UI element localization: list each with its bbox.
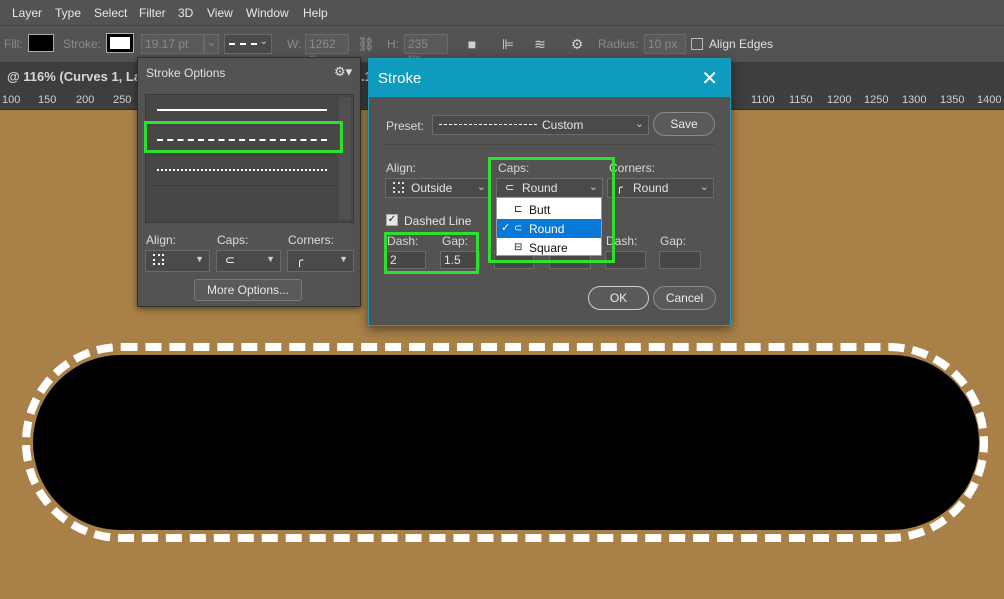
radius-field[interactable]: 10 px bbox=[644, 34, 686, 54]
menu-3d[interactable]: 3D bbox=[178, 6, 193, 20]
menu-window[interactable]: Window bbox=[246, 6, 289, 20]
dashed-line-label: Dashed Line bbox=[404, 214, 472, 228]
highlight-caps bbox=[488, 157, 615, 263]
align-edges-label: Align Edges bbox=[709, 37, 774, 51]
height-label: H: bbox=[387, 37, 399, 51]
chevron-down-icon: ⌄ bbox=[476, 181, 486, 193]
link-icon[interactable]: ⛓ bbox=[356, 34, 376, 54]
preset-dotted[interactable] bbox=[148, 155, 336, 186]
ruler-tick: 1200 bbox=[827, 94, 852, 106]
ruler-tick: 1250 bbox=[864, 94, 889, 106]
document-tab[interactable]: @ 116% (Curves 1, La bbox=[7, 69, 141, 84]
dialog-titlebar[interactable]: Stroke ✕ bbox=[369, 59, 730, 97]
align-label: Align: bbox=[146, 233, 177, 247]
chevron-down-icon: ⌄ bbox=[259, 36, 268, 47]
stroke-width-field[interactable]: 19.17 pt bbox=[141, 34, 204, 54]
solid-line-icon bbox=[157, 109, 327, 111]
ruler-tick: 200 bbox=[76, 94, 95, 106]
scrollbar[interactable] bbox=[339, 97, 351, 220]
round-cap-icon: ⊂ bbox=[225, 253, 236, 267]
chevron-down-icon: ▼ bbox=[195, 254, 204, 264]
preset-dropdown[interactable]: Custom ⌄ bbox=[432, 115, 649, 135]
align-label: Align: bbox=[386, 161, 417, 175]
ruler-tick: 1300 bbox=[902, 94, 927, 106]
ok-button[interactable]: OK bbox=[588, 286, 649, 310]
fill-swatch[interactable] bbox=[28, 34, 54, 52]
caps-dropdown[interactable]: ⊂ ▼ bbox=[216, 250, 281, 272]
dashed-line-checkbox[interactable]: ✓ bbox=[386, 214, 398, 226]
save-button[interactable]: Save bbox=[653, 112, 715, 136]
preset-label: Preset: bbox=[386, 119, 425, 133]
ruler-tick: 1100 bbox=[751, 94, 775, 106]
stroke-type-dropdown[interactable]: ⌄ bbox=[224, 34, 272, 54]
corners-label: Corners: bbox=[609, 161, 656, 175]
width-field[interactable]: 1262 p bbox=[305, 34, 349, 65]
menu-type[interactable]: Type bbox=[55, 6, 81, 20]
ruler-tick: 250 bbox=[113, 94, 132, 106]
stroke-label: Stroke: bbox=[63, 37, 102, 51]
radius-label: Radius: bbox=[598, 37, 639, 51]
stroke-width-chevron-icon[interactable]: ⌄ bbox=[204, 34, 219, 54]
gap-field-3[interactable] bbox=[659, 251, 701, 269]
corners-dropdown[interactable]: ╭ Round ⌄ bbox=[607, 178, 714, 198]
dashed-line-icon bbox=[439, 124, 537, 125]
align-outside-icon bbox=[393, 182, 404, 193]
ruler-tick: 1150 bbox=[789, 94, 813, 106]
menu-select[interactable]: Select bbox=[94, 6, 127, 20]
highlight-dash-gap bbox=[384, 232, 479, 274]
caps-label: Caps: bbox=[217, 233, 249, 247]
menu-bar: Layer Type Select Filter 3D View Window … bbox=[0, 0, 1004, 25]
height-field[interactable]: 235 px bbox=[404, 34, 448, 65]
stroke-options-title: Stroke Options bbox=[146, 66, 226, 80]
dashed-line-icon bbox=[229, 43, 257, 45]
highlight-dashed-preset bbox=[144, 121, 343, 153]
menu-help[interactable]: Help bbox=[303, 6, 328, 20]
gear-icon[interactable]: ⚙▾ bbox=[334, 64, 352, 80]
rounded-rectangle-shape[interactable] bbox=[33, 355, 979, 530]
stroke-swatch[interactable] bbox=[106, 33, 134, 53]
width-label: W: bbox=[287, 37, 302, 51]
chevron-down-icon: ▼ bbox=[266, 254, 275, 264]
round-corner-icon: ╭ bbox=[616, 182, 623, 194]
chevron-down-icon: ⌄ bbox=[634, 118, 644, 130]
corners-dropdown[interactable]: ╭ ▼ bbox=[287, 250, 354, 272]
cancel-button[interactable]: Cancel bbox=[653, 286, 716, 310]
menu-view[interactable]: View bbox=[207, 6, 233, 20]
ruler-tick: 1350 bbox=[940, 94, 965, 106]
fill-label: Fill: bbox=[4, 37, 23, 51]
round-corner-icon: ╭ bbox=[296, 253, 304, 267]
path-operations-icon[interactable]: ■ bbox=[462, 34, 482, 54]
chevron-down-icon: ▼ bbox=[339, 254, 348, 264]
align-dropdown[interactable]: ▼ bbox=[145, 250, 210, 272]
corners-label: Corners: bbox=[288, 233, 335, 247]
close-icon[interactable]: ✕ bbox=[701, 66, 718, 91]
stroke-options-panel: Stroke Options ⚙▾ Align: Caps: Corners: … bbox=[137, 57, 361, 307]
chevron-down-icon: ⌄ bbox=[699, 181, 709, 193]
gear-icon[interactable]: ⚙ bbox=[567, 34, 587, 54]
dialog-title: Stroke bbox=[378, 70, 422, 87]
corners-value: Round bbox=[633, 181, 669, 195]
menu-layer[interactable]: Layer bbox=[12, 6, 42, 20]
stroke-preset-list bbox=[145, 94, 354, 223]
divider bbox=[385, 144, 715, 145]
gap-label: Gap: bbox=[660, 234, 687, 248]
align-value: Outside bbox=[411, 181, 453, 195]
align-dropdown[interactable]: Outside ⌄ bbox=[385, 178, 491, 198]
dotted-line-icon bbox=[157, 169, 327, 171]
more-options-button[interactable]: More Options... bbox=[194, 279, 302, 301]
path-arrangement-icon[interactable]: ≋ bbox=[530, 34, 550, 54]
path-alignment-icon[interactable]: ⊫ bbox=[498, 34, 518, 54]
align-edges-checkbox[interactable] bbox=[691, 38, 703, 50]
ruler-tick: 100 bbox=[2, 94, 21, 106]
align-outside-icon bbox=[153, 254, 164, 265]
preset-value: Custom bbox=[542, 118, 584, 132]
ruler-tick: 1400 bbox=[977, 94, 1002, 106]
ruler-tick: 150 bbox=[38, 94, 57, 106]
menu-filter[interactable]: Filter bbox=[139, 6, 166, 20]
